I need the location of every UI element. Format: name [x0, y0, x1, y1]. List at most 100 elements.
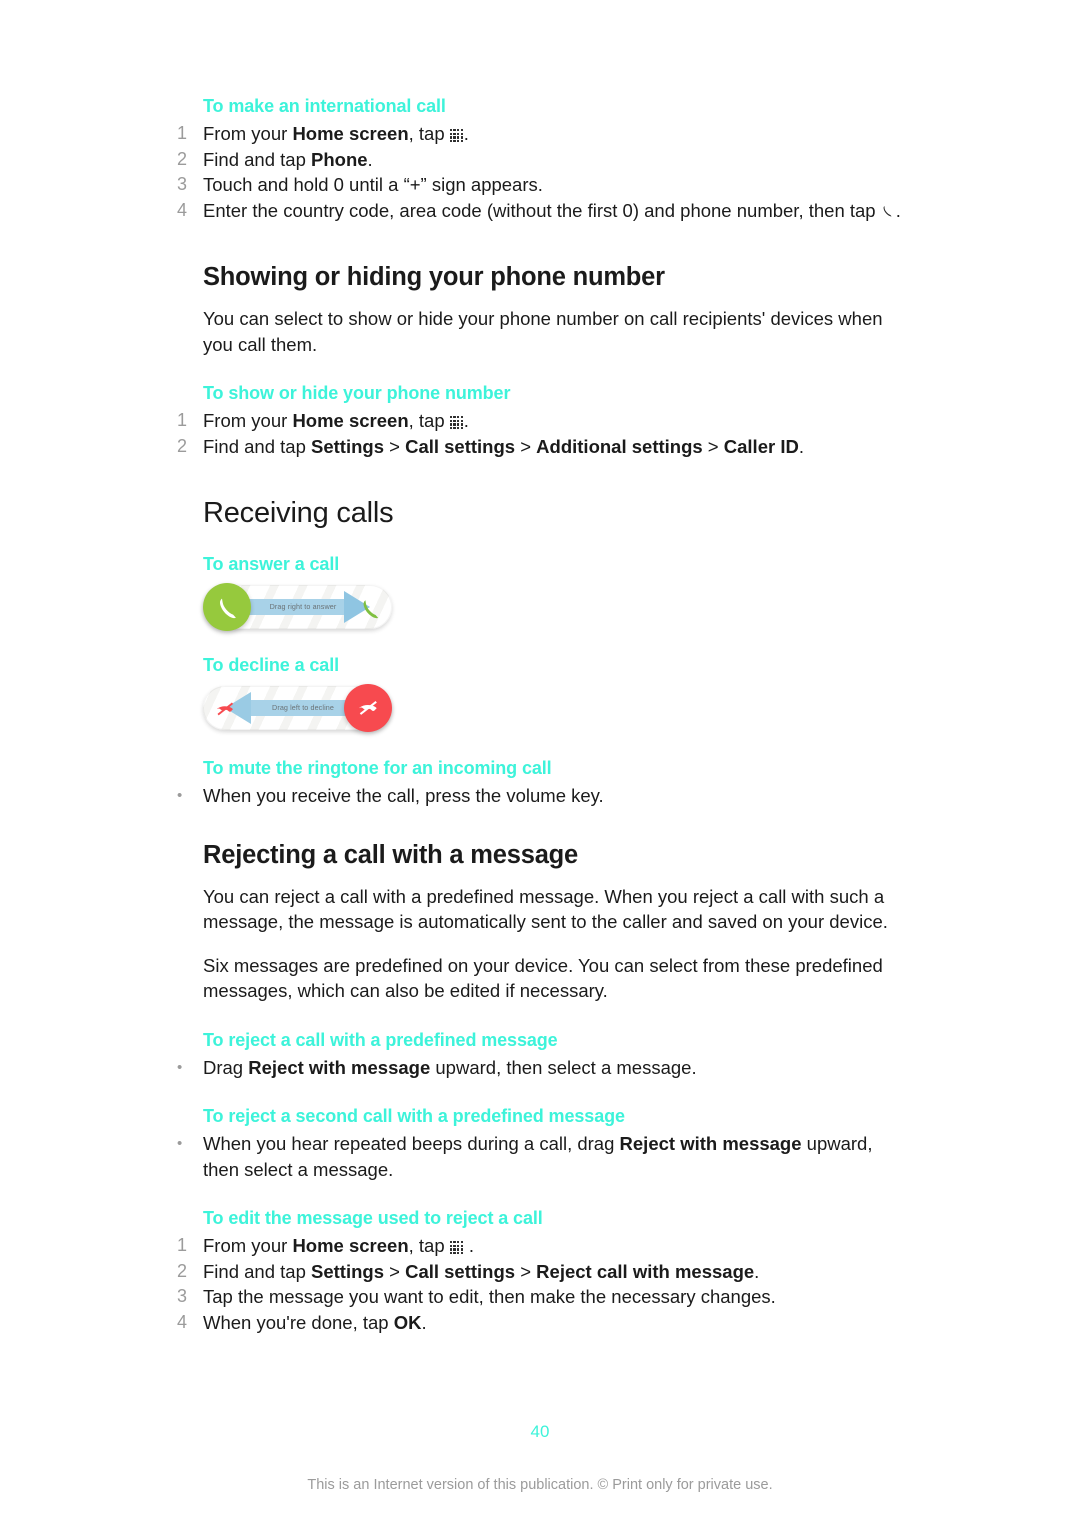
drag-hint-label: Drag right to answer — [269, 602, 337, 611]
step-text-pre: Enter the country code, area code (witho… — [203, 199, 881, 221]
bullets-reject-call-predefined: • Drag Reject with message upward, then … — [177, 1055, 903, 1081]
step-text-bold: Additional settings — [536, 435, 703, 457]
step-number: 1 — [177, 1235, 188, 1255]
step-text: Tap the message you want to edit, then m… — [203, 1286, 776, 1307]
bullet-text-bold: Reject with message — [619, 1133, 802, 1154]
step-number: 3 — [177, 174, 188, 194]
bullet-text: Drag Reject with message upward, then se… — [203, 1057, 697, 1078]
step-text-pre: Find and tap — [203, 148, 311, 170]
heading-make-international-call: To make an international call — [203, 96, 446, 116]
bullet-marker: • — [177, 787, 183, 804]
phone-answer-icon — [219, 598, 236, 619]
bullet-text-bold: Reject with message — [248, 1056, 431, 1078]
answer-call-knob[interactable] — [203, 583, 251, 631]
bullet-text: When you hear repeated beeps during a ca… — [203, 1133, 873, 1180]
phone-answer-icon — [363, 600, 379, 619]
list-item: 3 Touch and hold 0 until a “+” sign appe… — [177, 172, 903, 198]
step-text-pre: From your — [203, 1235, 293, 1256]
bullet-text: When you receive the call, press the vol… — [203, 785, 604, 806]
decline-call-knob[interactable] — [344, 684, 392, 732]
step-text-pre: Find and tap — [203, 1260, 311, 1282]
step-number: 4 — [177, 199, 188, 220]
step-text-post: . — [754, 1260, 760, 1282]
paragraph-showing-hiding: You can select to show or hide your phon… — [203, 308, 883, 355]
list-item: • When you receive the call, press the v… — [177, 783, 903, 809]
step-number: 1 — [177, 123, 188, 143]
step-number: 1 — [177, 410, 188, 430]
step-text-pre: When you're done, tap — [203, 1311, 394, 1333]
step-text-post: . — [421, 1311, 427, 1333]
phone-decline-icon — [217, 702, 234, 716]
bullets-mute-ringtone: • When you receive the call, press the v… — [177, 783, 903, 809]
step-text-bold: Caller ID — [723, 435, 799, 457]
step-text-bold: Home screen — [292, 123, 409, 144]
step-text: From your Home screen, tap . — [203, 1235, 474, 1256]
list-item: 4 When you're done, tap OK. — [177, 1310, 903, 1336]
bullet-text-post: upward, then select a message. — [430, 1056, 697, 1078]
heading-reject-second-call-predefined: To reject a second call with a predefine… — [203, 1106, 625, 1126]
step-text-bold: Call settings — [405, 435, 516, 457]
list-item: 2 Find and tap Settings > Call settings … — [177, 1259, 903, 1285]
step-text: From your Home screen, tap . — [203, 123, 469, 144]
step-text: Find and tap Settings > Call settings > … — [203, 1261, 759, 1282]
heading-decline-a-call: To decline a call — [203, 655, 340, 675]
step-text-bold: Home screen — [292, 410, 409, 431]
step-text-bold: OK — [393, 1311, 422, 1333]
heading-mute-ringtone: To mute the ringtone for an incoming cal… — [203, 758, 552, 778]
step-text-post: , tap — [408, 123, 450, 144]
page-number: 40 — [530, 1422, 550, 1441]
paragraph-rejecting-2: Six messages are predefined on your devi… — [203, 954, 883, 1002]
step-number: 4 — [177, 1311, 188, 1332]
steps-international-call: 1 From your Home screen, tap . 2 Find an… — [177, 121, 903, 223]
list-item: 1 From your Home screen, tap . — [177, 1233, 903, 1259]
list-item: 4 Enter the country code, area code (wit… — [177, 198, 903, 224]
drag-hint-label: Drag left to decline — [272, 703, 334, 712]
list-item: • When you hear repeated beeps during a … — [177, 1131, 903, 1182]
phone-decline-icon — [359, 700, 377, 715]
step-text-tail: . — [463, 123, 469, 144]
bullet-text-pre: When you hear repeated beeps during a ca… — [203, 1133, 620, 1154]
app-drawer-grid-icon — [449, 128, 464, 143]
step-text-bold: Settings — [311, 435, 384, 457]
answer-call-target-icon — [358, 596, 382, 620]
step-text-tail: . — [463, 1235, 475, 1256]
bullet-marker: • — [177, 1135, 183, 1152]
list-item: 3 Tap the message you want to edit, then… — [177, 1284, 903, 1310]
step-text-bold: Reject call with message — [536, 1260, 755, 1282]
decline-call-target-icon — [213, 697, 237, 721]
manual-page: To make an international call 1 From you… — [0, 0, 1080, 1527]
step-text-post: , tap — [408, 410, 450, 431]
step-text-sep: > — [515, 435, 537, 457]
heading-reject-call-predefined: To reject a call with a predefined messa… — [203, 1029, 558, 1050]
decline-call-widget: Drag left to decline — [203, 684, 392, 732]
step-text-bold: Home screen — [292, 1235, 409, 1256]
step-text: From your Home screen, tap . — [203, 410, 469, 431]
step-text-sep: > — [383, 435, 406, 457]
step-text-bold: Phone — [311, 148, 368, 170]
step-text-bold: Call settings — [405, 1260, 516, 1282]
step-text-bold: Settings — [311, 1260, 384, 1282]
list-item: 1 From your Home screen, tap . — [177, 121, 903, 147]
step-text-pre: Find and tap — [203, 435, 311, 457]
step-text-tail: . — [895, 199, 901, 221]
paragraph-rejecting-1: You can reject a call with a predefined … — [203, 885, 888, 933]
list-item: 2 Find and tap Phone. — [177, 147, 903, 173]
step-text-post: . — [798, 435, 804, 457]
heading-showing-hiding-phone-number: Showing or hiding your phone number — [203, 263, 665, 291]
steps-show-hide-phone-number: 1 From your Home screen, tap . 2 Find an… — [177, 408, 903, 459]
bullet-marker: • — [177, 1058, 183, 1076]
footer-note: This is an Internet version of this publ… — [307, 1477, 773, 1493]
steps-edit-message-reject-call: 1 From your Home screen, tap . 2 Find an… — [177, 1233, 903, 1335]
step-text-sep: > — [515, 1260, 537, 1282]
heading-edit-message-reject-call: To edit the message used to reject a cal… — [203, 1208, 543, 1228]
page-content: To make an international call 1 From you… — [177, 96, 903, 1335]
step-text-sep: > — [702, 435, 724, 457]
heading-show-hide-phone-number: To show or hide your phone number — [203, 383, 511, 403]
bullets-reject-second-call: • When you hear repeated beeps during a … — [177, 1131, 903, 1182]
step-number: 2 — [177, 435, 188, 456]
app-drawer-grid-icon — [449, 1240, 464, 1255]
step-text: Find and tap Settings > Call settings > … — [203, 436, 804, 457]
step-text-sep: > — [383, 1260, 406, 1282]
step-text-tail: . — [463, 410, 469, 431]
step-number: 3 — [177, 1286, 188, 1306]
